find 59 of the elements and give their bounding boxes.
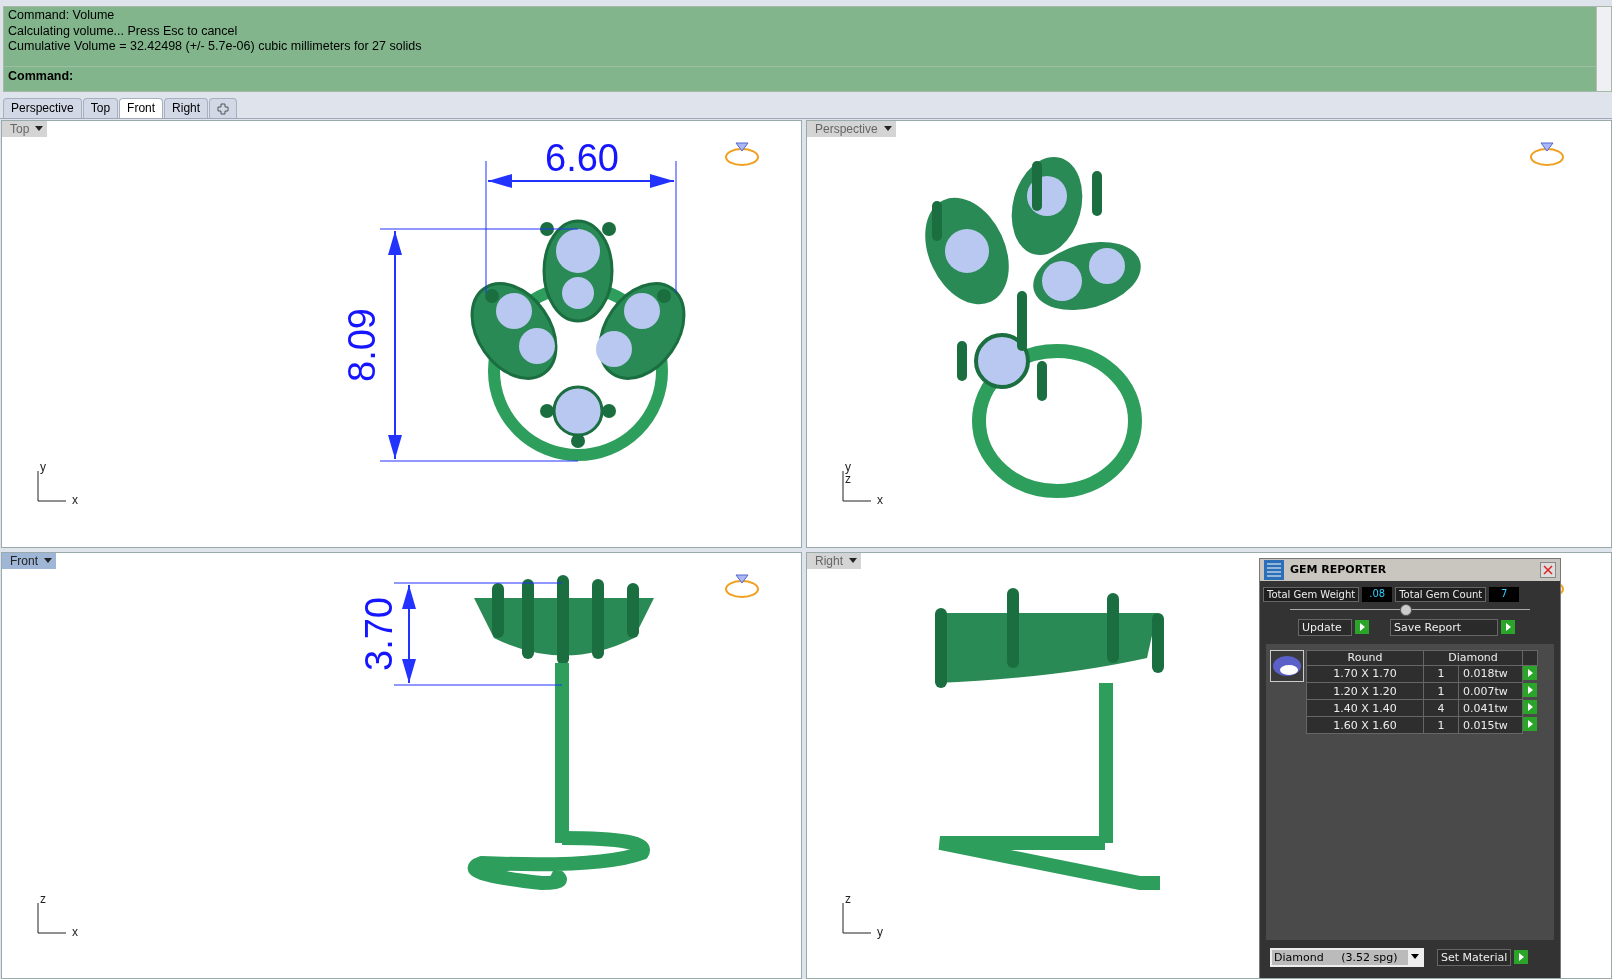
caret-icon [35, 126, 44, 132]
column-header: Round [1306, 650, 1424, 665]
play-icon[interactable] [1514, 950, 1529, 964]
play-icon[interactable] [1523, 699, 1537, 714]
dimension-label: 8.09 [341, 308, 383, 382]
total-count-label: Total Gem Count [1395, 586, 1487, 602]
material-dropdown[interactable]: Diamond (3.52 spg) [1270, 947, 1424, 967]
ring-icon [725, 142, 759, 166]
viewport[interactable]: Front 3.70 z x [1, 551, 802, 979]
viewport-tab[interactable]: Perspective [3, 98, 82, 118]
caret-icon [849, 557, 857, 564]
viewport[interactable] [806, 551, 1612, 979]
report-icon [1264, 559, 1284, 580]
play-icon[interactable] [1523, 682, 1537, 697]
plus-icon [217, 102, 230, 115]
collapse-handle[interactable] [1400, 603, 1412, 616]
viewport-title[interactable]: Top [2, 121, 48, 137]
total-count-value: 7 [1489, 586, 1520, 602]
dimension-label: 3.70 [358, 596, 400, 671]
close-button[interactable] [1540, 561, 1556, 578]
viewport[interactable]: Perspective y z x [806, 120, 1612, 548]
total-weight-value: .08 [1362, 586, 1393, 602]
close-icon [1543, 564, 1553, 575]
axis-label: y [40, 460, 46, 474]
viewport[interactable]: Top 6.60 8.09 y x [1, 120, 802, 548]
ring-icon [1530, 142, 1564, 166]
add-tab-button[interactable] [209, 98, 238, 118]
panel-title: GEM REPORTER [1290, 563, 1388, 576]
caret-icon [883, 126, 892, 132]
command-history-line: Command: Volume [8, 8, 116, 24]
viewport-title[interactable]: Perspective [807, 121, 896, 137]
axis-label: z [40, 891, 46, 906]
total-weight-label: Total Gem Weight [1263, 586, 1360, 602]
command-history-line: Calculating volume... Press Esc to cancel [8, 23, 239, 39]
caret-icon [44, 557, 52, 564]
caret-icon [1411, 954, 1419, 960]
command-history-line: Cumulative Volume = 32.42498 (+/- 5.7e-06) cubic millimeters for 27 solids [8, 39, 423, 55]
dimension-label: 6.60 [545, 137, 619, 179]
axis-icon [37, 902, 67, 933]
axis-label: x [72, 493, 78, 507]
axis-label: z [845, 891, 851, 906]
viewport-title[interactable]: Front [2, 552, 56, 569]
viewport-title[interactable]: Right [807, 552, 861, 569]
axis-label: y [845, 460, 851, 474]
command-prompt[interactable]: Command: [8, 69, 74, 83]
axis-label: x [877, 493, 883, 507]
viewport-tab[interactable]: Right [164, 98, 209, 118]
scrollbar[interactable] [1596, 7, 1611, 91]
viewport-tab[interactable]: Top [82, 98, 119, 118]
axis-icon [842, 902, 872, 933]
axis-label: x [72, 924, 78, 939]
update-button[interactable]: Update [1298, 618, 1352, 636]
axis-label: y [877, 924, 883, 939]
ring-icon [725, 574, 759, 598]
save-report-button[interactable]: Save Report [1390, 618, 1498, 636]
viewport-tab[interactable]: Front [119, 98, 164, 118]
play-icon[interactable] [1523, 716, 1537, 731]
set-material-button[interactable]: Set Material [1437, 948, 1512, 966]
column-header: Diamond [1423, 650, 1523, 665]
